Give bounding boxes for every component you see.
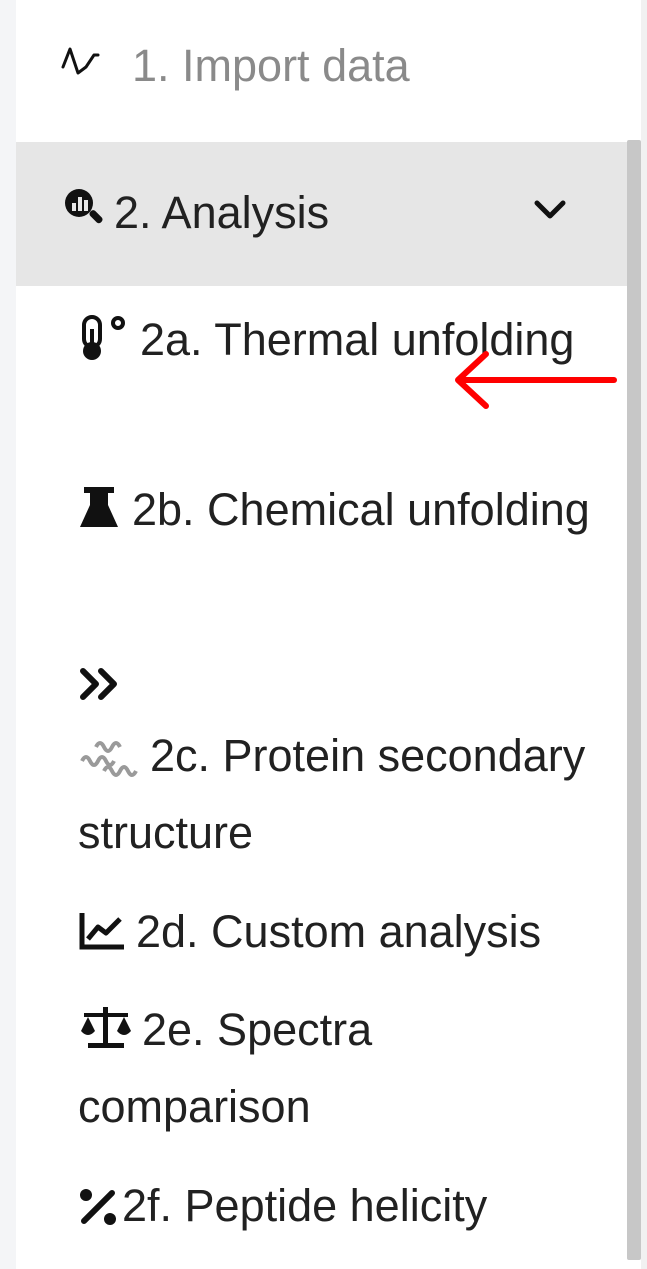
nav-item-label: 2f. Peptide helicity: [122, 1180, 488, 1231]
thermometer-icon: [78, 310, 132, 381]
nav-item-protein-secondary-structure[interactable]: 2c. Protein secondary structure: [78, 650, 613, 868]
chevron-down-icon[interactable]: [532, 198, 568, 227]
scale-balance-icon: [78, 1000, 134, 1071]
chart-line-icon: [78, 902, 128, 973]
sidebar-right-edge: [641, 0, 647, 1269]
sidebar-scrollbar[interactable]: [627, 140, 641, 1260]
signal-wave-icon: [60, 40, 132, 92]
protein-structure-icon: [78, 726, 142, 797]
double-chevron-right-icon: [78, 650, 613, 720]
magnify-chart-icon: [62, 186, 114, 241]
sidebar-left-edge: [0, 0, 16, 1269]
percent-icon: [78, 1176, 118, 1247]
nav-item-custom-analysis[interactable]: 2d. Custom analysis: [78, 896, 613, 973]
nav-item-peptide-helicity[interactable]: 2f. Peptide helicity: [78, 1170, 613, 1247]
annotation-arrow-icon: [448, 350, 618, 419]
nav-item-label: 2d. Custom analysis: [136, 906, 542, 957]
nav-item-chemical-unfolding[interactable]: 2b. Chemical unfolding: [78, 474, 613, 551]
nav-section-analysis-label: 2. Analysis: [114, 187, 330, 238]
flask-icon: [78, 480, 124, 551]
nav-item-import-data[interactable]: 1. Import data: [60, 34, 410, 98]
nav-item-spectra-comparison[interactable]: 2e. Spectra comparison: [78, 994, 613, 1142]
nav-item-label: 2c. Protein secondary structure: [78, 730, 586, 858]
nav-item-label: 2b. Chemical unfolding: [132, 484, 590, 535]
nav-section-analysis[interactable]: 2. Analysis: [16, 142, 627, 286]
nav-item-import-label: 1. Import data: [132, 40, 410, 91]
